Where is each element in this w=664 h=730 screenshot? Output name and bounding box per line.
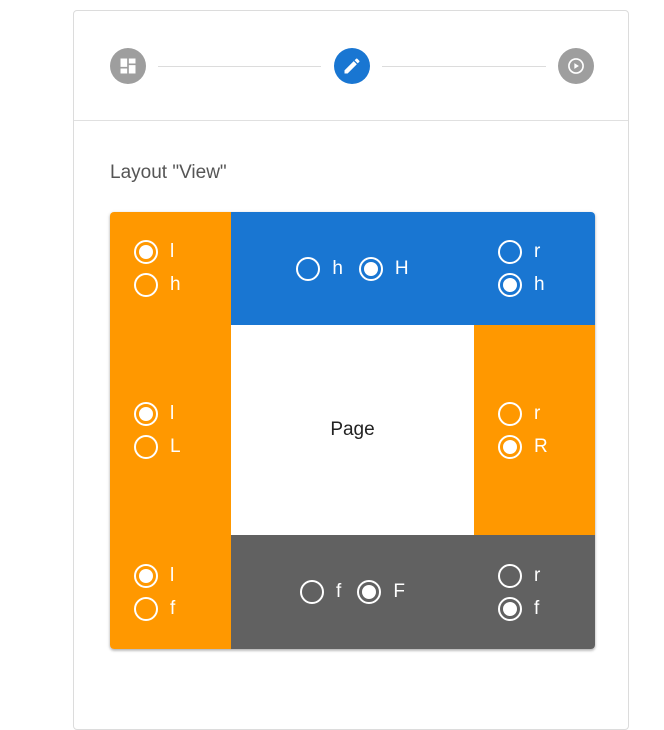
step-2-edit[interactable] xyxy=(334,48,370,84)
radio-checked-icon[interactable] xyxy=(498,273,522,297)
radio-dot-icon xyxy=(139,245,153,259)
radio-unchecked-icon[interactable] xyxy=(498,563,522,588)
edit-icon xyxy=(344,58,360,74)
radio-left-top-h[interactable]: h xyxy=(134,271,181,299)
radio-dot-icon xyxy=(139,406,153,421)
radio-label: F xyxy=(393,581,405,602)
radio-checked-icon[interactable] xyxy=(358,256,383,281)
step-connector-2 xyxy=(382,66,546,67)
left-bottom-zone: lf xyxy=(110,535,231,649)
radio-label: R xyxy=(534,435,548,457)
radio-label: h xyxy=(332,257,343,279)
page-zone: Page xyxy=(231,325,474,535)
radio-label: h xyxy=(170,274,181,295)
radio-label: r xyxy=(534,241,541,262)
radio-dot-icon xyxy=(503,439,517,454)
radio-unchecked-icon[interactable] xyxy=(134,596,158,621)
radio-label: f xyxy=(336,581,342,602)
footer-zone: fF xyxy=(231,535,474,649)
radio-label: r xyxy=(534,402,541,424)
radio-label: L xyxy=(170,435,181,457)
radio-right-mid-r[interactable]: r xyxy=(498,400,540,428)
radio-unchecked-icon[interactable] xyxy=(498,401,522,426)
radio-right-top-r[interactable]: r xyxy=(498,238,540,266)
dashboard-icon xyxy=(120,58,136,74)
radio-header-H[interactable]: H xyxy=(358,255,409,283)
radio-right-bottom-f[interactable]: f xyxy=(498,595,539,623)
header-zone: hH xyxy=(231,212,474,325)
right-bottom-zone: rf xyxy=(474,535,595,649)
radio-unchecked-icon[interactable] xyxy=(300,580,325,604)
radio-right-top-h[interactable]: h xyxy=(498,271,545,299)
section-title: Layout "View" xyxy=(110,162,227,183)
radio-label: l xyxy=(170,241,175,262)
radio-label: l xyxy=(170,564,175,586)
radio-dot-icon xyxy=(363,261,378,276)
radio-unchecked-icon[interactable] xyxy=(498,240,522,264)
stepper-card: Layout "View" lh hH rh lL Page rR lf fF … xyxy=(73,10,629,730)
radio-checked-icon[interactable] xyxy=(498,596,522,621)
radio-checked-icon[interactable] xyxy=(134,240,158,264)
radio-label: f xyxy=(534,597,540,619)
radio-left-mid-L[interactable]: L xyxy=(134,433,181,461)
right-top-zone: rh xyxy=(474,212,595,325)
radio-left-bottom-l[interactable]: l xyxy=(134,562,174,590)
radio-label: h xyxy=(534,274,545,295)
radio-unchecked-icon[interactable] xyxy=(134,434,158,459)
step-3-preview[interactable] xyxy=(558,48,594,84)
left-middle-zone: lL xyxy=(110,325,231,535)
step-1-layout[interactable] xyxy=(110,48,146,84)
radio-label: f xyxy=(170,597,176,619)
right-middle-zone: rR xyxy=(474,325,595,535)
stepper-header xyxy=(74,11,628,121)
page-label: Page xyxy=(330,419,375,440)
radio-label: l xyxy=(170,402,175,424)
radio-left-bottom-f[interactable]: f xyxy=(134,595,175,623)
radio-unchecked-icon[interactable] xyxy=(296,256,321,281)
radio-footer-F[interactable]: F xyxy=(357,578,405,606)
left-top-zone: lh xyxy=(110,212,231,325)
radio-checked-icon[interactable] xyxy=(357,580,382,604)
radio-unchecked-icon[interactable] xyxy=(134,273,158,297)
radio-footer-f[interactable]: f xyxy=(300,578,341,606)
radio-dot-icon xyxy=(503,601,517,616)
radio-right-mid-R[interactable]: R xyxy=(498,433,548,461)
radio-checked-icon[interactable] xyxy=(134,563,158,588)
radio-left-top-l[interactable]: l xyxy=(134,238,174,266)
radio-left-mid-l[interactable]: l xyxy=(134,400,174,428)
radio-checked-icon[interactable] xyxy=(498,434,522,459)
radio-dot-icon xyxy=(362,585,377,599)
radio-checked-icon[interactable] xyxy=(134,401,158,426)
step-connector-1 xyxy=(158,66,321,67)
radio-dot-icon xyxy=(503,278,517,292)
layout-view-grid: lh hH rh lL Page rR lf fF rf xyxy=(110,212,595,649)
play-circle-icon xyxy=(568,58,584,74)
radio-header-h[interactable]: h xyxy=(296,255,343,283)
radio-label: r xyxy=(534,564,541,586)
radio-label: H xyxy=(394,257,409,279)
radio-dot-icon xyxy=(139,568,153,583)
radio-right-bottom-r[interactable]: r xyxy=(498,562,540,590)
